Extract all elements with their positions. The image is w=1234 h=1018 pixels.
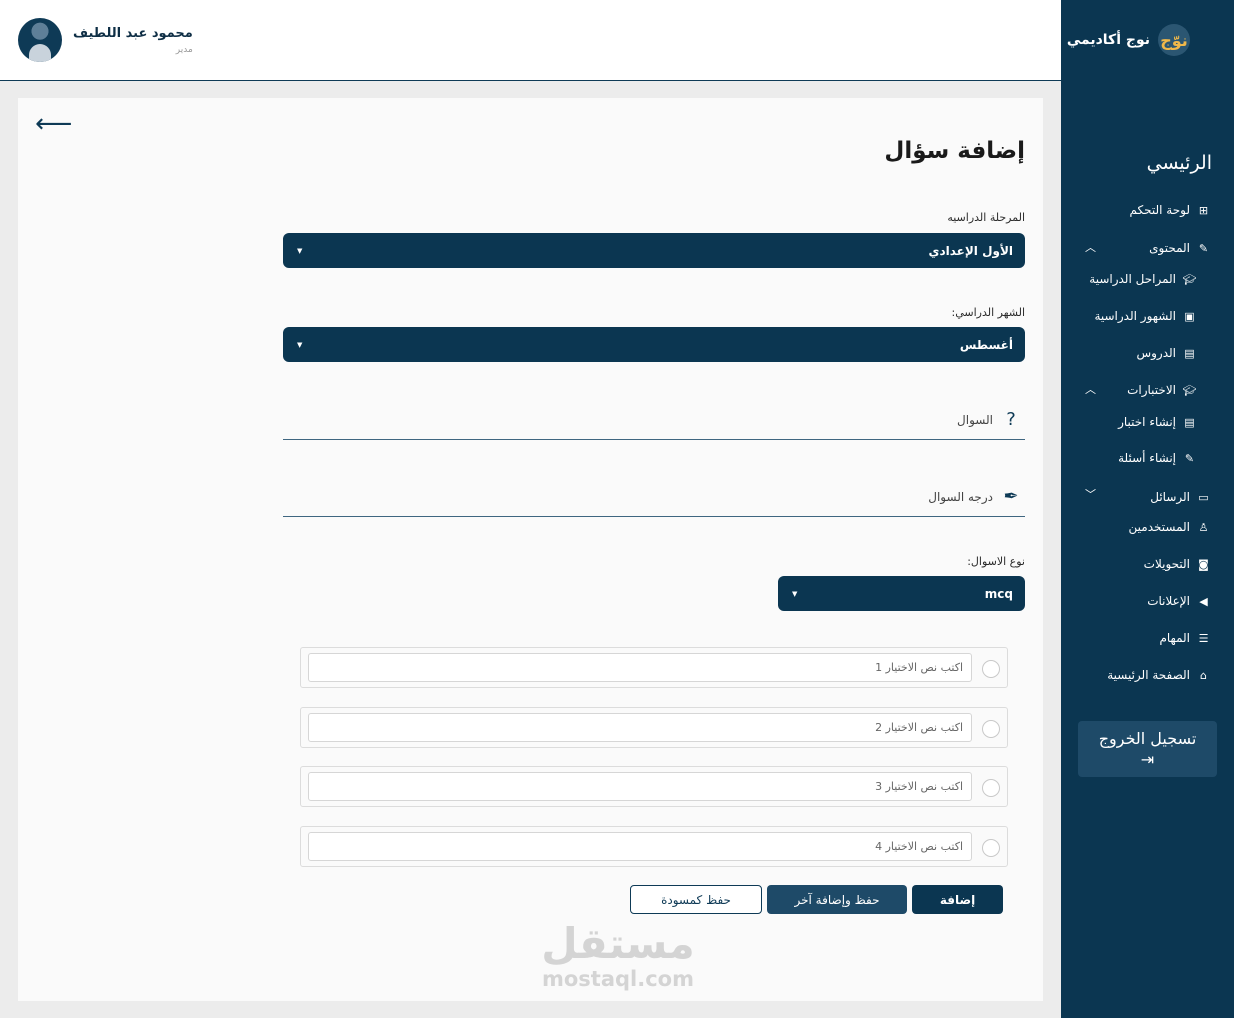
watermark-arabic: مستقل xyxy=(541,919,695,968)
brand-logo: نوّج xyxy=(1158,24,1190,56)
sidebar-item-label: المستخدمين xyxy=(1128,520,1190,534)
save-icon: ▣ xyxy=(1184,309,1195,323)
month-select-value: أغسطس xyxy=(959,337,1013,352)
option-radio[interactable] xyxy=(982,660,1000,678)
question-mark-icon: ? xyxy=(1006,409,1016,430)
chevron-up-icon[interactable]: ︿ xyxy=(1085,239,1096,255)
sidebar-item-label: المهام xyxy=(1159,631,1190,645)
chevron-down-icon[interactable]: ﹀ xyxy=(1085,486,1096,502)
file-icon: ▤ xyxy=(1184,346,1195,360)
pen-icon: ✒ xyxy=(1003,486,1019,507)
page-title: إضافة سؤال xyxy=(884,138,1025,164)
megaphone-icon: ◀ xyxy=(1199,594,1208,608)
home-icon: ⌂ xyxy=(1200,668,1207,682)
sidebar-item-create-questions[interactable]: ✎ إنشاء أسئلة xyxy=(1118,451,1196,465)
option-row: اكتب نص الاختيار 4 xyxy=(300,826,1008,867)
brand[interactable]: نوّج نوج أكاديمي xyxy=(1067,24,1190,56)
sidebar: نوّج نوج أكاديمي الرئيسي ⊞ لوحة التحكم ✎… xyxy=(1061,0,1234,1018)
graduation-cap-icon: 🎓︎ xyxy=(1182,272,1197,286)
user-info: محمود عبد اللطيف مدير xyxy=(73,26,193,55)
sidebar-item-label: الصفحة الرئيسية xyxy=(1107,668,1190,682)
save-draft-button[interactable]: حفظ كمسودة xyxy=(630,885,762,914)
file-icon: ▤ xyxy=(1184,415,1195,429)
option-row: اكتب نص الاختيار 2 xyxy=(300,707,1008,748)
type-label: نوع الاسوال: xyxy=(967,555,1025,568)
month-select[interactable]: أغسطس ▼ xyxy=(283,327,1025,362)
list-icon: ☰ xyxy=(1198,631,1209,645)
pencil-icon: ✎ xyxy=(1198,241,1209,255)
sidebar-section-title: الرئيسي xyxy=(1146,152,1212,174)
sidebar-item-label: الاختبارات xyxy=(1127,383,1176,397)
watermark: مستقل mostaql.com xyxy=(538,919,698,992)
caret-down-icon: ▼ xyxy=(297,246,303,255)
sidebar-item-label: المراحل الدراسية xyxy=(1089,272,1176,286)
sidebar-item-label: التحويلات xyxy=(1143,557,1190,571)
add-button[interactable]: إضافة xyxy=(912,885,1003,914)
sidebar-item-stages[interactable]: 🎓︎ المراحل الدراسية xyxy=(1089,272,1196,286)
option-row: اكتب نص الاختيار 1 xyxy=(300,647,1008,688)
sign-in-icon: ⇥ xyxy=(1140,750,1155,769)
type-select[interactable]: mcq ▼ xyxy=(778,576,1025,611)
sidebar-item-label: إنشاء اختبار xyxy=(1118,415,1176,429)
top-header: محمود عبد اللطيف مدير xyxy=(0,0,1061,81)
user-icon: ♙ xyxy=(1198,520,1209,534)
sidebar-item-messages[interactable]: ▭ الرسائل xyxy=(1150,490,1210,504)
sidebar-item-months[interactable]: ▣ الشهور الدراسية xyxy=(1094,309,1196,323)
sidebar-item-ads[interactable]: ◀ الإعلانات xyxy=(1147,594,1210,608)
pencil-icon: ✎ xyxy=(1184,451,1195,465)
chevron-up-icon[interactable]: ︿ xyxy=(1085,381,1096,397)
sidebar-item-exams[interactable]: 🎓︎ الاختبارات xyxy=(1127,383,1196,397)
save-add-another-button[interactable]: حفظ وإضافة آخر xyxy=(767,885,907,914)
money-icon: ◙ xyxy=(1198,557,1209,571)
avatar[interactable] xyxy=(18,18,62,62)
logout-label: تسجيل الخروج xyxy=(1098,729,1197,748)
sidebar-item-users[interactable]: ♙ المستخدمين xyxy=(1129,520,1210,534)
grade-input[interactable]: ✒ درجه السوال xyxy=(283,477,1025,517)
option-radio[interactable] xyxy=(982,779,1000,797)
sidebar-item-lessons[interactable]: ▤ الدروس xyxy=(1136,346,1196,360)
logout-button[interactable]: تسجيل الخروج ⇥ xyxy=(1078,721,1217,777)
option-input[interactable]: اكتب نص الاختيار 4 xyxy=(308,832,972,861)
sidebar-item-label: الشهور الدراسية xyxy=(1094,309,1176,323)
question-input[interactable]: ? السوال xyxy=(283,400,1025,440)
grade-placeholder: درجه السوال xyxy=(928,489,993,504)
option-input[interactable]: اكتب نص الاختيار 2 xyxy=(308,713,972,742)
sidebar-item-label: الدروس xyxy=(1136,346,1176,360)
add-question-card: ⟵ إضافة سؤال المرحلة الدراسيه الأول الإع… xyxy=(18,98,1043,1001)
sidebar-item-transfers[interactable]: ◙ التحويلات xyxy=(1144,557,1210,571)
sidebar-item-label: المحتوى xyxy=(1149,241,1190,255)
stage-select[interactable]: الأول الإعدادي ▼ xyxy=(283,233,1025,268)
question-placeholder: السوال xyxy=(957,412,993,427)
user-profile[interactable]: محمود عبد اللطيف مدير xyxy=(18,17,193,63)
sidebar-item-label: الإعلانات xyxy=(1147,594,1190,608)
sidebar-item-tasks[interactable]: ☰ المهام xyxy=(1159,631,1210,645)
sidebar-item-label: الرسائل xyxy=(1150,490,1190,504)
watermark-latin: mostaql.com xyxy=(542,967,694,991)
option-radio[interactable] xyxy=(982,720,1000,738)
stage-select-value: الأول الإعدادي xyxy=(928,243,1013,258)
back-arrow-icon[interactable]: ⟵ xyxy=(35,111,72,137)
sidebar-item-dashboard[interactable]: ⊞ لوحة التحكم xyxy=(1130,203,1211,217)
option-row: اكتب نص الاختيار 3 xyxy=(300,766,1008,807)
option-radio[interactable] xyxy=(982,839,1000,857)
chat-icon: ▭ xyxy=(1198,490,1209,504)
brand-name: نوج أكاديمي xyxy=(1066,32,1150,48)
type-select-value: mcq xyxy=(984,586,1013,601)
caret-down-icon: ▼ xyxy=(792,589,798,598)
stage-label: المرحلة الدراسيه xyxy=(947,211,1025,224)
option-input[interactable]: اكتب نص الاختيار 3 xyxy=(308,772,972,801)
user-role: مدير xyxy=(175,44,193,55)
sidebar-item-create-exam[interactable]: ▤ إنشاء اختبار xyxy=(1118,415,1196,429)
sidebar-item-label: إنشاء أسئلة xyxy=(1118,451,1176,465)
user-name: محمود عبد اللطيف xyxy=(73,25,193,41)
sidebar-item-home[interactable]: ⌂ الصفحة الرئيسية xyxy=(1107,668,1210,682)
month-label: الشهر الدراسي: xyxy=(951,306,1026,319)
sidebar-item-content[interactable]: ✎ المحتوى xyxy=(1149,241,1210,255)
sidebar-item-label: لوحة التحكم xyxy=(1129,203,1191,217)
grid-icon: ⊞ xyxy=(1198,203,1209,217)
option-input[interactable]: اكتب نص الاختيار 1 xyxy=(308,653,972,682)
graduation-cap-icon: 🎓︎ xyxy=(1182,383,1197,397)
caret-down-icon: ▼ xyxy=(297,340,303,349)
